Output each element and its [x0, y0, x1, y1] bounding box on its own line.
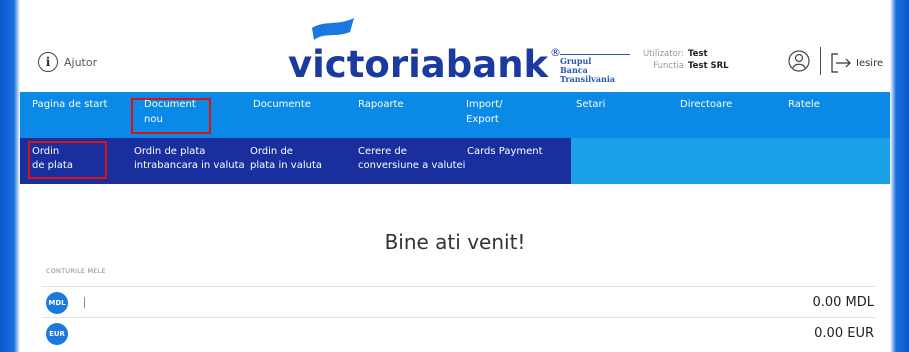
nav-item-label: Directoare	[680, 99, 733, 110]
account-row-eur[interactable]: EUR 0.00 EUR	[42, 317, 876, 348]
subnav-item-cards-payment[interactable]: Cards Payment	[467, 145, 543, 159]
nav-item-home[interactable]: Pagina de start	[32, 98, 107, 113]
logo-text: victoriabank	[288, 43, 549, 86]
nav-item-import-export[interactable]: Import/ Export	[466, 98, 503, 127]
subnav-item-label-line1: Cerere de	[358, 146, 407, 157]
nav-item-label: Pagina de start	[32, 99, 108, 110]
currency-badge: MDL	[46, 292, 68, 314]
subnav-item-label-line1: Ordin	[32, 146, 60, 157]
profile-icon[interactable]	[788, 50, 810, 72]
currency-badge: EUR	[46, 323, 68, 345]
text-cursor	[84, 297, 85, 308]
subnav-item-label-line2: intrabancara in valuta	[134, 160, 245, 171]
user-key: Utilizator:	[642, 49, 684, 59]
subnav-item-currency-payment-order[interactable]: Ordin de plata in valuta	[250, 145, 322, 173]
logout-label: Iesire	[856, 57, 884, 69]
nav-item-rates[interactable]: Ratele	[788, 98, 820, 113]
account-row-mdl[interactable]: MDL 0.00 MDL	[42, 286, 876, 317]
account-amount: 0.00 EUR	[814, 326, 874, 341]
app-frame: i Ajutor victoriabank ® Grupul Banca Tra…	[20, 10, 890, 352]
nav-item-reports[interactable]: Rapoarte	[358, 98, 404, 113]
nav-item-label: Rapoarte	[358, 99, 404, 110]
welcome-heading: Bine ati venit!	[384, 230, 526, 254]
logout-icon	[831, 53, 851, 73]
nav-item-settings[interactable]: Setari	[576, 98, 605, 113]
help-label: Ajutor	[64, 55, 98, 69]
user-value: Test	[688, 49, 778, 59]
victoriabank-logo[interactable]: victoriabank ®	[288, 18, 561, 86]
nav-item-directories[interactable]: Directoare	[680, 98, 732, 113]
logout-button[interactable]: Iesire	[830, 52, 883, 74]
header: i Ajutor victoriabank ® Grupul Banca Tra…	[20, 10, 890, 92]
nav-item-label: Setari	[576, 99, 606, 110]
nav-item-label-line2: Export	[466, 113, 499, 125]
group-line-2: Banca Transilvania	[560, 65, 616, 85]
nav-item-label-line1: Import/	[466, 99, 503, 110]
main-nav: Pagina de start Document nou Documente R…	[20, 92, 890, 138]
subnav-item-label: Cards Payment	[467, 146, 543, 157]
subnav-item-label-line2: conversiune a valutei	[358, 160, 466, 171]
function-value: Test SRL	[688, 61, 778, 71]
sub-nav: Ordin de plata Ordin de plata intrabanca…	[20, 138, 890, 184]
subnav-item-conversion-request[interactable]: Cerere de conversiune a valutei	[358, 145, 465, 173]
nav-item-documents[interactable]: Documente	[253, 98, 311, 113]
account-amount: 0.00 MDL	[812, 295, 874, 310]
subnav-item-label-line2: plata in valuta	[250, 160, 322, 171]
nav-item-label: Ratele	[788, 99, 820, 110]
help-link[interactable]: i Ajutor	[38, 52, 97, 72]
accounts-label: CONTURILE MELE	[46, 267, 106, 275]
function-key: Functia	[653, 61, 684, 71]
nav-item-new-document[interactable]: Document nou	[144, 98, 196, 127]
subnav-item-intrabank-currency-order[interactable]: Ordin de plata intrabancara in valuta	[134, 145, 245, 173]
user-info: Utilizator: Test Functia Test SRL	[632, 48, 778, 72]
subnav-item-payment-order[interactable]: Ordin de plata	[32, 145, 73, 173]
nav-item-label-line2: nou	[144, 113, 163, 125]
subnav-item-label-line1: Ordin de plata	[134, 146, 206, 157]
subnav-item-label-line1: Ordin de	[250, 146, 293, 157]
group-text: Grupul Banca Transilvania	[560, 54, 630, 85]
subnav-item-label-line2: de plata	[32, 160, 73, 171]
nav-item-label: Documente	[253, 99, 311, 110]
info-icon: i	[38, 52, 58, 72]
header-divider	[820, 47, 821, 75]
nav-item-label-line1: Document	[144, 99, 196, 110]
